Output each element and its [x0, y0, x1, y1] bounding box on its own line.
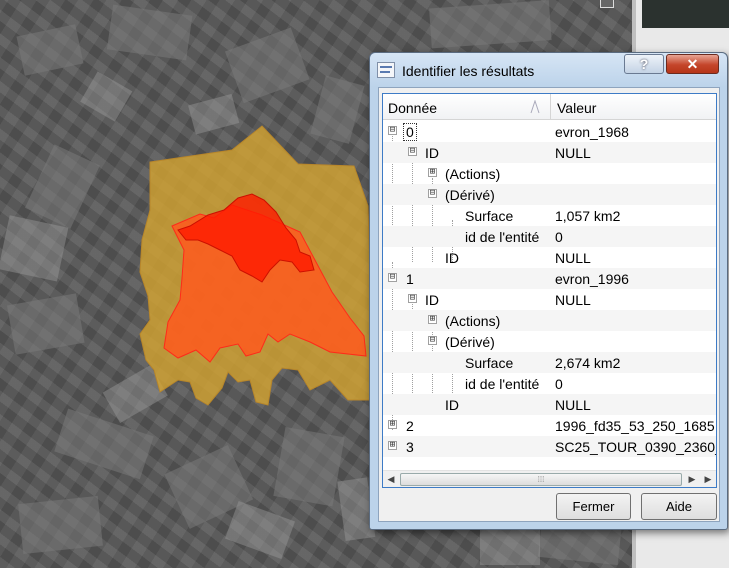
tree-row-value: SC25_TOUR_0390_2360_l — [555, 439, 717, 455]
horizontal-scrollbar[interactable]: ◀ ⁞⁞⁞ ▶ ▶ — [383, 470, 716, 487]
tree-row-label: (Dérivé) — [445, 334, 495, 350]
dialog-body: Donnée Valeur ⊟ 0 evron_1968 ⊟ ID NULL ⊞… — [378, 87, 720, 522]
results-tree[interactable]: Donnée Valeur ⊟ 0 evron_1968 ⊟ ID NULL ⊞… — [382, 93, 717, 488]
tree-row-surface[interactable]: Surface 2,674 km2 — [383, 352, 716, 373]
tree-row-attribute[interactable]: ID NULL — [383, 394, 716, 415]
tree-row-label: ID — [425, 292, 439, 308]
tree-row-entity-id[interactable]: id de l'entité 0 — [383, 226, 716, 247]
scroll-right-end-icon[interactable]: ▶ — [700, 472, 716, 487]
app-icon — [377, 62, 395, 78]
tree-rows: ⊟ 0 evron_1968 ⊟ ID NULL ⊞ (Actions) ⊟ (… — [383, 121, 716, 457]
tree-row-derived[interactable]: ⊟ (Dérivé) — [383, 184, 716, 205]
scroll-left-arrow-icon[interactable]: ◀ — [383, 472, 399, 487]
tree-row-value: evron_1968 — [555, 124, 629, 140]
tree-row-value: evron_1996 — [555, 271, 629, 287]
collapse-icon[interactable]: ⊟ — [408, 294, 417, 303]
tree-row-label: ID — [445, 250, 459, 266]
overview-thumbnail — [642, 0, 729, 28]
tree-row-feature-1[interactable]: ⊟ 1 evron_1996 — [383, 268, 716, 289]
tree-row-surface[interactable]: Surface 1,057 km2 — [383, 205, 716, 226]
tree-row-label: 3 — [406, 439, 414, 455]
tree-row-label: 0 — [403, 123, 417, 141]
collapse-icon[interactable]: ⊟ — [428, 336, 437, 345]
help-button[interactable]: Aide — [641, 493, 717, 520]
collapse-icon[interactable]: ⊟ — [388, 126, 397, 135]
tree-row-feature-2[interactable]: ⊞ 2 1996_fd35_53_250_1685 — [383, 415, 716, 436]
tree-row-label: id de l'entité — [465, 376, 540, 392]
collapse-icon[interactable]: ⊟ — [408, 147, 417, 156]
tree-row-label: Surface — [465, 355, 514, 371]
collapse-icon[interactable]: ⊟ — [388, 273, 397, 282]
tree-row-actions[interactable]: ⊞ (Actions) — [383, 163, 716, 184]
expand-icon[interactable]: ⊞ — [388, 441, 397, 450]
dialog-title: Identifier les résultats — [402, 63, 535, 79]
tree-row-label: 1 — [406, 271, 414, 287]
tree-row-label: (Actions) — [445, 313, 501, 329]
tree-row-value: 0 — [555, 376, 563, 392]
collapse-icon[interactable]: ⊟ — [428, 189, 437, 198]
tree-row-entity-id[interactable]: id de l'entité 0 — [383, 373, 716, 394]
tree-row-value: NULL — [555, 145, 591, 161]
map-corner-indicator — [600, 0, 614, 8]
tree-row-feature-0[interactable]: ⊟ 0 evron_1968 — [383, 121, 716, 142]
tree-row-attribute[interactable]: ID NULL — [383, 247, 716, 268]
tree-row-value: 2,674 km2 — [555, 355, 621, 371]
expand-icon[interactable]: ⊞ — [428, 168, 437, 177]
tree-row-feature-3[interactable]: ⊞ 3 SC25_TOUR_0390_2360_l — [383, 436, 716, 457]
dialog-titlebar[interactable]: Identifier les résultats ? ✕ — [370, 53, 727, 87]
tree-row-value: NULL — [555, 397, 591, 413]
tree-row-value: 0 — [555, 229, 563, 245]
tree-row-attribute[interactable]: ⊟ ID NULL — [383, 289, 716, 310]
scroll-thumb[interactable]: ⁞⁞⁞ — [400, 473, 682, 486]
column-header-data[interactable]: Donnée — [388, 100, 437, 116]
tree-header: Donnée Valeur — [383, 94, 716, 120]
tree-row-label: Surface — [465, 208, 514, 224]
tree-row-derived[interactable]: ⊟ (Dérivé) — [383, 331, 716, 352]
tree-row-value: 1,057 km2 — [555, 208, 621, 224]
tree-row-label: id de l'entité — [465, 229, 540, 245]
window-close-button[interactable]: ✕ — [666, 54, 719, 74]
column-header-value[interactable]: Valeur — [557, 100, 596, 116]
tree-row-attribute[interactable]: ⊟ ID NULL — [383, 142, 716, 163]
tree-row-label: (Dérivé) — [445, 187, 495, 203]
sort-indicator-icon — [530, 100, 540, 114]
expand-icon[interactable]: ⊞ — [428, 315, 437, 324]
tree-row-label: ID — [425, 145, 439, 161]
tree-row-actions[interactable]: ⊞ (Actions) — [383, 310, 716, 331]
tree-row-value: NULL — [555, 250, 591, 266]
tree-row-value: 1996_fd35_53_250_1685 — [555, 418, 715, 434]
tree-row-label: 2 — [406, 418, 414, 434]
tree-row-label: ID — [445, 397, 459, 413]
expand-icon[interactable]: ⊞ — [388, 420, 397, 429]
close-button[interactable]: Fermer — [556, 493, 631, 520]
context-help-button[interactable]: ? — [624, 54, 664, 74]
scroll-right-arrow-icon[interactable]: ▶ — [684, 472, 700, 487]
tree-row-label: (Actions) — [445, 166, 501, 182]
identify-results-dialog: Identifier les résultats ? ✕ Donnée Vale… — [369, 52, 728, 530]
tree-row-value: NULL — [555, 292, 591, 308]
column-separator[interactable] — [550, 94, 551, 120]
